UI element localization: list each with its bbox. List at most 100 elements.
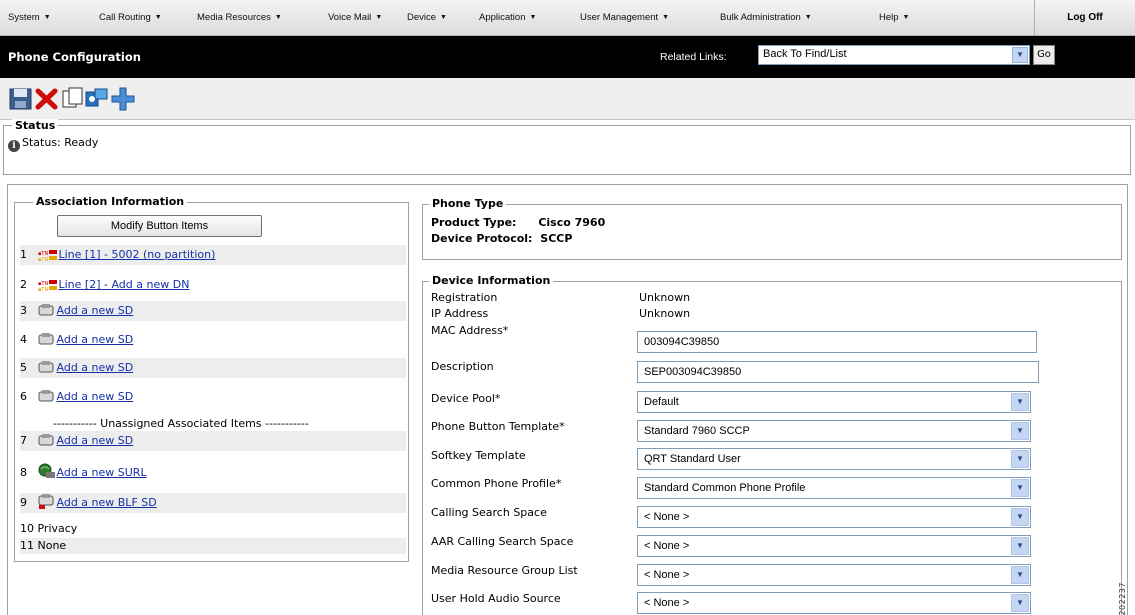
row-number: 9 <box>20 496 27 509</box>
ip-address-value: Unknown <box>639 307 691 320</box>
association-row-8: 8 Add a new SURL <box>20 463 406 483</box>
chevron-down-icon: ▼ <box>1011 450 1029 468</box>
row-number: 8 <box>20 466 27 479</box>
phone-button-template-label: Phone Button Template* <box>431 420 565 433</box>
add-new-icon[interactable] <box>110 86 136 112</box>
association-information-panel: Association Information Modify Button It… <box>14 195 409 562</box>
device-protocol-line: Device Protocol: SCCP <box>431 232 572 245</box>
speed-dial-icon <box>38 433 56 454</box>
menu-user-management[interactable]: User Management ▼ <box>580 12 669 23</box>
device-pool-value: Default <box>644 396 679 408</box>
product-type-line: Product Type: Cisco 7960 <box>431 216 605 229</box>
chevron-down-icon: ▼ <box>1011 393 1029 411</box>
menu-call-routing[interactable]: Call Routing ▼ <box>99 12 162 23</box>
modify-button-items-button[interactable]: Modify Button Items <box>57 215 262 237</box>
menu-device[interactable]: Device ▼ <box>407 12 447 23</box>
softkey-template-label: Softkey Template <box>431 449 526 462</box>
chevron-down-icon: ▼ <box>1012 47 1028 63</box>
phone-type-legend: Phone Type <box>429 197 507 210</box>
device-pool-label: Device Pool* <box>431 392 501 405</box>
chevron-down-icon: ▼ <box>1011 508 1029 526</box>
copy-icon[interactable] <box>60 86 86 112</box>
status-message: Status: Ready <box>22 136 99 149</box>
page-header: Phone Configuration Related Links: Back … <box>0 36 1135 78</box>
figure-code: 202237 <box>1118 582 1127 615</box>
softkey-template-value: QRT Standard User <box>644 453 741 465</box>
related-links-select[interactable]: Back To Find/List ▼ <box>758 45 1030 65</box>
row-number: 6 <box>20 390 27 403</box>
menu-help[interactable]: Help ▼ <box>879 12 909 23</box>
association-row-5: 5 Add a new SD <box>20 358 406 378</box>
speed-dial-icon <box>38 332 56 353</box>
delete-icon[interactable] <box>34 86 60 112</box>
media-resource-group-list-label: Media Resource Group List <box>431 564 578 577</box>
status-legend: Status <box>12 119 59 132</box>
add-sd-link-3[interactable]: Add a new SD <box>57 304 134 317</box>
phone-button-template-value: Standard 7960 SCCP <box>644 425 750 437</box>
add-blf-sd-link[interactable]: Add a new BLF SD <box>57 496 157 509</box>
device-information-panel: Device Information Registration Unknown … <box>422 274 1122 615</box>
mac-address-label: MAC Address* <box>431 324 509 337</box>
service-url-icon <box>38 463 56 486</box>
common-phone-profile-select[interactable]: Standard Common Phone Profile ▼ <box>637 477 1031 499</box>
menu-bulk-administration[interactable]: Bulk Administration ▼ <box>720 12 812 23</box>
user-hold-audio-source-label: User Hold Audio Source <box>431 592 561 605</box>
line-1-link[interactable]: Line [1] - 5002 (no partition) <box>59 248 216 261</box>
toolbar <box>0 78 1135 120</box>
association-row-10: 10 Privacy <box>20 522 78 535</box>
unassigned-items-divider: ----------- Unassigned Associated Items … <box>53 417 309 430</box>
association-row-3: 3 Add a new SD <box>20 301 406 321</box>
chevron-down-icon: ▼ <box>1011 566 1029 584</box>
softkey-template-select[interactable]: QRT Standard User ▼ <box>637 448 1031 470</box>
media-resource-group-list-select[interactable]: < None > ▼ <box>637 564 1031 586</box>
user-hold-audio-source-value: < None > <box>644 597 690 609</box>
device-protocol-label: Device Protocol: <box>431 232 533 245</box>
device-information-legend: Device Information <box>429 274 554 287</box>
description-label: Description <box>431 360 494 373</box>
row-number: 1 <box>20 248 27 261</box>
line-2-link[interactable]: Line [2] - Add a new DN <box>59 278 190 291</box>
aar-calling-search-space-value: < None > <box>644 540 690 552</box>
add-sd-link-6[interactable]: Add a new SD <box>57 390 134 403</box>
association-row-4: 4 Add a new SD <box>20 330 406 350</box>
add-sd-link-4[interactable]: Add a new SD <box>57 333 134 346</box>
menu-voice-mail[interactable]: Voice Mail ▼ <box>328 12 382 23</box>
speed-dial-icon <box>38 389 56 410</box>
phone-type-panel: Phone Type Product Type: Cisco 7960 Devi… <box>422 197 1122 260</box>
mac-address-field[interactable]: 003094C39850 <box>637 331 1037 353</box>
description-field[interactable]: SEP003094C39850 <box>637 361 1039 383</box>
row-number: 3 <box>20 304 27 317</box>
chevron-down-icon: ▼ <box>1011 422 1029 440</box>
product-type-label: Product Type: <box>431 216 517 229</box>
status-section: Status i Status: Ready <box>3 119 1131 175</box>
add-sd-link-7[interactable]: Add a new SD <box>57 434 134 447</box>
svg-text:▪TN: ▪TN <box>38 257 48 261</box>
go-button[interactable]: Go <box>1033 45 1055 65</box>
add-sd-link-5[interactable]: Add a new SD <box>57 361 134 374</box>
product-type-value: Cisco 7960 <box>538 216 606 229</box>
phone-button-template-select[interactable]: Standard 7960 SCCP ▼ <box>637 420 1031 442</box>
add-surl-link[interactable]: Add a new SURL <box>57 466 147 479</box>
menu-system[interactable]: System ▼ <box>8 12 51 23</box>
line-icon: ▪TN ▪TN <box>38 248 58 268</box>
menu-media-resources[interactable]: Media Resources ▼ <box>197 12 282 23</box>
chevron-down-icon: ▼ <box>1011 479 1029 497</box>
save-icon[interactable] <box>8 86 34 112</box>
log-off-link[interactable]: Log Off <box>1034 0 1135 36</box>
main-menu-bar: System ▼ Call Routing ▼ Media Resources ▼ V… <box>0 0 1135 36</box>
association-row-11: 11 None <box>20 538 406 554</box>
device-pool-select[interactable]: Default ▼ <box>637 391 1031 413</box>
speed-dial-icon <box>38 360 56 381</box>
calling-search-space-select[interactable]: < None > ▼ <box>637 506 1031 528</box>
association-row-6: 6 Add a new SD <box>20 387 406 407</box>
row-number: 2 <box>20 278 27 291</box>
aar-calling-search-space-select[interactable]: < None > ▼ <box>637 535 1031 557</box>
aar-calling-search-space-label: AAR Calling Search Space <box>431 535 574 548</box>
reset-icon[interactable] <box>84 86 110 112</box>
user-hold-audio-source-select[interactable]: < None > ▼ <box>637 592 1031 614</box>
calling-search-space-label: Calling Search Space <box>431 506 547 519</box>
status-line: i Status: Ready <box>8 136 98 152</box>
menu-application[interactable]: Application ▼ <box>479 12 536 23</box>
ip-address-label: IP Address <box>431 307 489 320</box>
line-icon: ▪TN ▪TN <box>38 278 58 298</box>
